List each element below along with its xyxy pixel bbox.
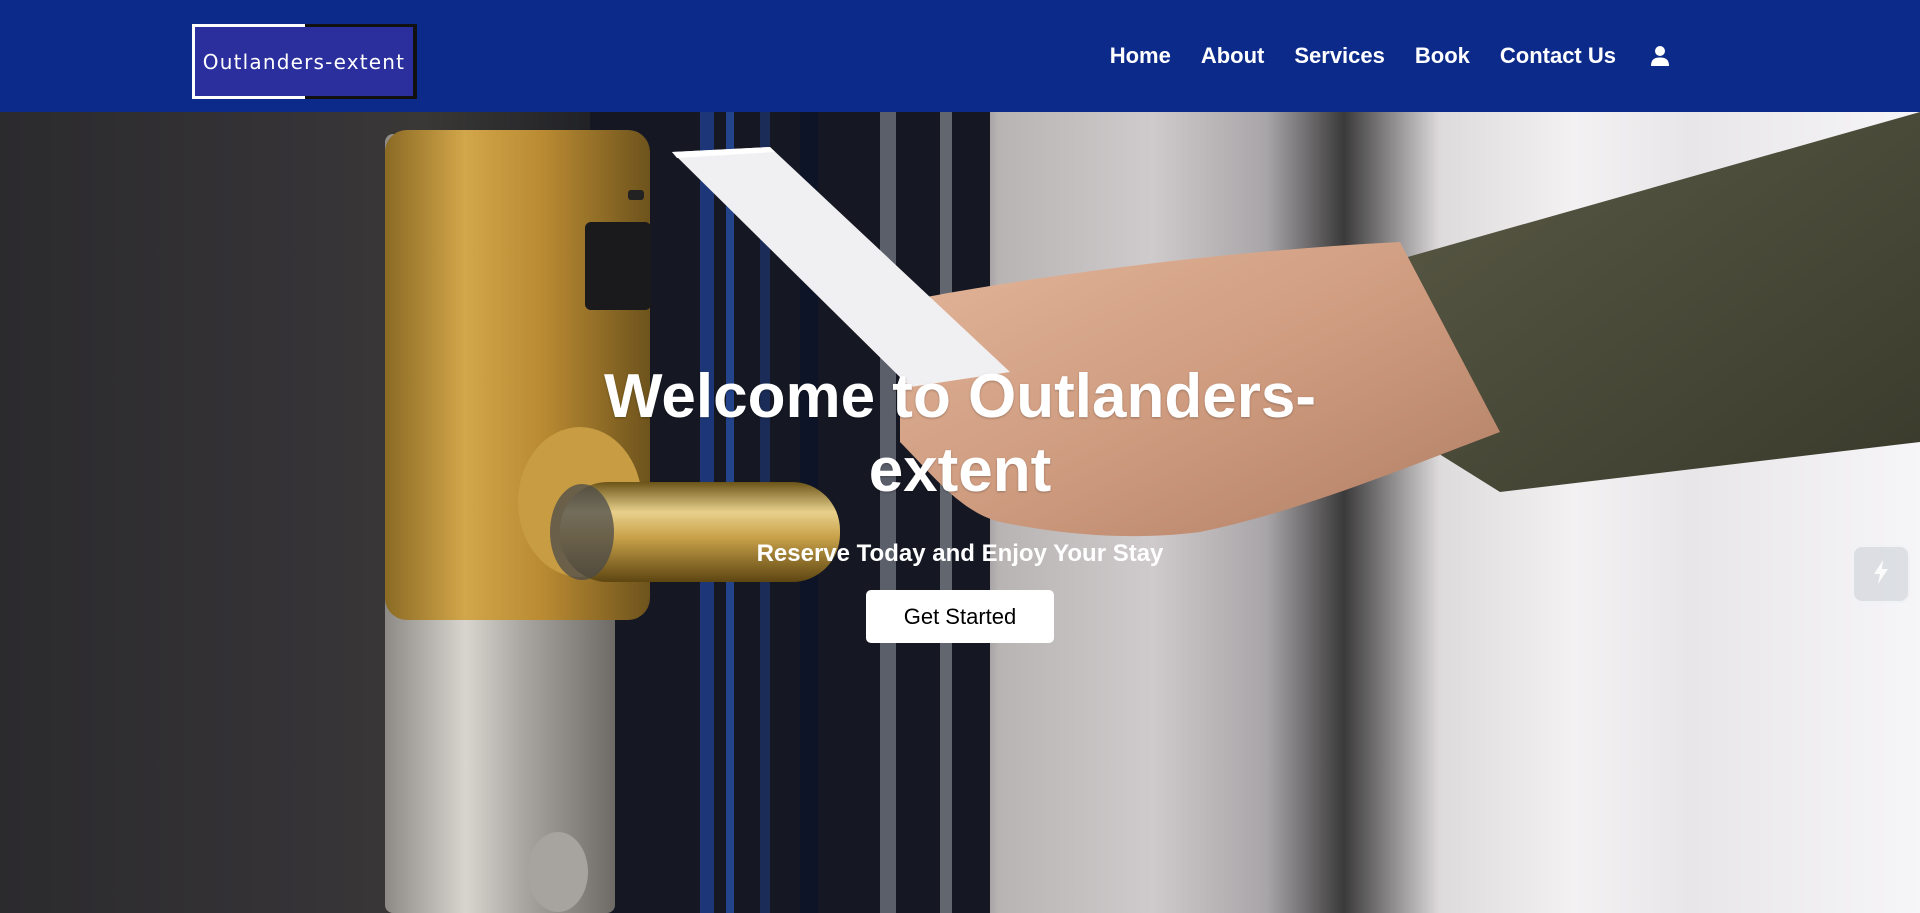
logo-text: Outlanders-extent (202, 49, 406, 74)
user-icon[interactable] (1648, 44, 1672, 68)
nav-contact-link[interactable]: Contact Us (1500, 43, 1616, 69)
nav-home-link[interactable]: Home (1110, 43, 1171, 69)
hero-subtitle: Reserve Today and Enjoy Your Stay (756, 540, 1164, 567)
nav-services-link[interactable]: Services (1294, 43, 1385, 69)
nav-book-link[interactable]: Book (1415, 43, 1470, 69)
site-header: Outlanders-extent Home About Services Bo… (0, 0, 1920, 112)
main-nav: Home About Services Book Contact Us (1080, 0, 1672, 112)
side-widget-button[interactable] (1852, 545, 1910, 603)
hero-title: Welcome to Outlanders-extent (604, 362, 1316, 505)
hero-section: Welcome to Outlanders-extent Reserve Tod… (0, 112, 1920, 913)
nav-about-link[interactable]: About (1201, 43, 1265, 69)
hero-content: Welcome to Outlanders-extent Reserve Tod… (560, 360, 1360, 643)
lightning-bolt-icon (1866, 557, 1896, 592)
get-started-button[interactable]: Get Started (866, 590, 1054, 643)
site-logo[interactable]: Outlanders-extent (192, 24, 417, 99)
